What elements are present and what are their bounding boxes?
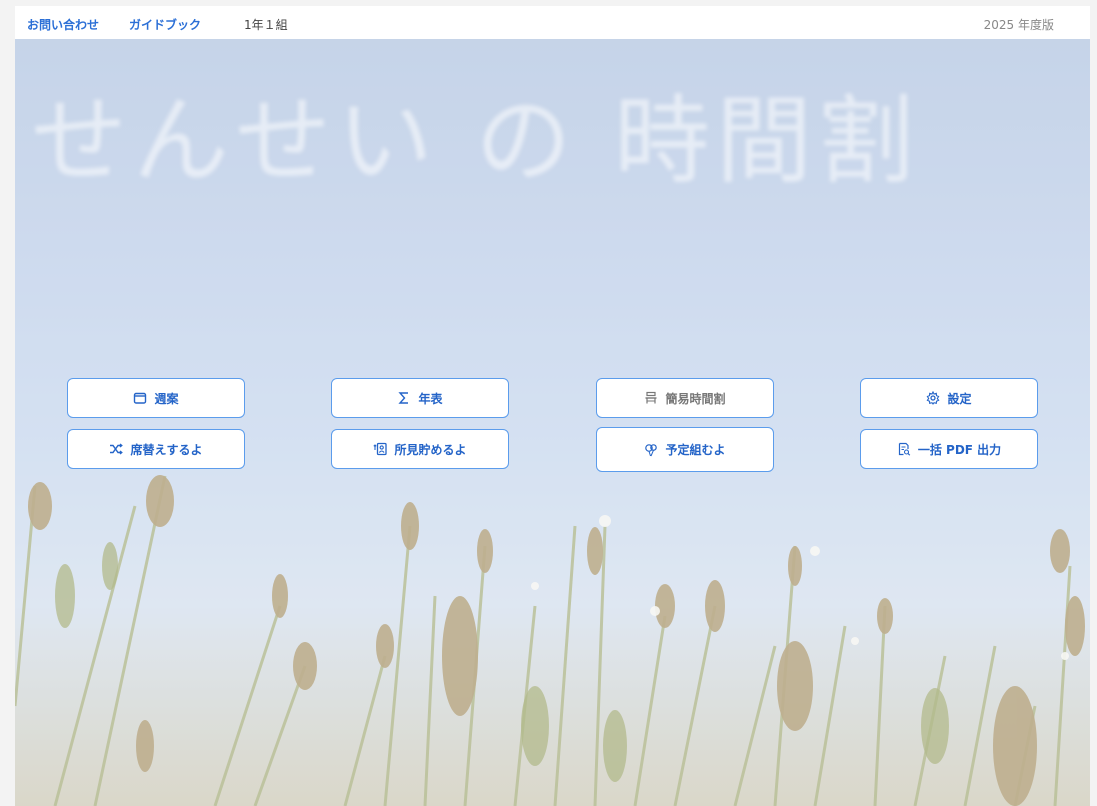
gear-icon	[926, 391, 940, 405]
bulk-pdf-export-button[interactable]: 一括 PDF 出力	[860, 429, 1038, 469]
observation-notes-label: 所見貯めるよ	[394, 442, 467, 457]
schedule-planner-label: 予定組むよ	[665, 443, 726, 457]
desk-icon	[644, 391, 658, 405]
observation-notes-button[interactable]: 所見貯めるよ	[331, 429, 509, 469]
contact-link[interactable]: お問い合わせ	[27, 16, 99, 33]
guidebook-link[interactable]: ガイドブック	[129, 16, 201, 33]
timeline-button[interactable]: 年表	[331, 378, 509, 418]
weekly-plan-label: 週案	[154, 391, 179, 406]
settings-button[interactable]: 設定	[860, 378, 1038, 418]
app-title: せんせい の 時間割	[31, 85, 921, 197]
seat-change-button[interactable]: 席替えするよ	[67, 429, 245, 469]
class-label: 1年１組	[244, 18, 288, 32]
schedule-planner-button[interactable]: 予定組むよ	[596, 427, 774, 472]
bulk-pdf-export-label: 一括 PDF 出力	[917, 442, 1002, 457]
app-window: お問い合わせ ガイドブック 1年１組 2025 年度版 せんせい の 時間割 週…	[15, 6, 1090, 806]
top-bar: お問い合わせ ガイドブック 1年１組 2025 年度版	[15, 6, 1090, 39]
simple-timetable-button[interactable]: 簡易時間割	[596, 378, 774, 418]
document-search-icon	[897, 442, 911, 456]
sigma-icon	[397, 391, 411, 405]
person-card-icon	[373, 442, 388, 456]
simple-timetable-label: 簡易時間割	[665, 391, 726, 406]
settings-label: 設定	[947, 391, 972, 406]
balloon-icon	[644, 443, 658, 457]
seat-change-label: 席替えするよ	[130, 442, 203, 457]
weekly-plan-button[interactable]: 週案	[67, 378, 245, 418]
timeline-label: 年表	[418, 391, 443, 406]
calendar-icon	[133, 391, 147, 405]
edition-label: 2025 年度版	[983, 18, 1054, 32]
shuffle-icon	[109, 442, 124, 456]
